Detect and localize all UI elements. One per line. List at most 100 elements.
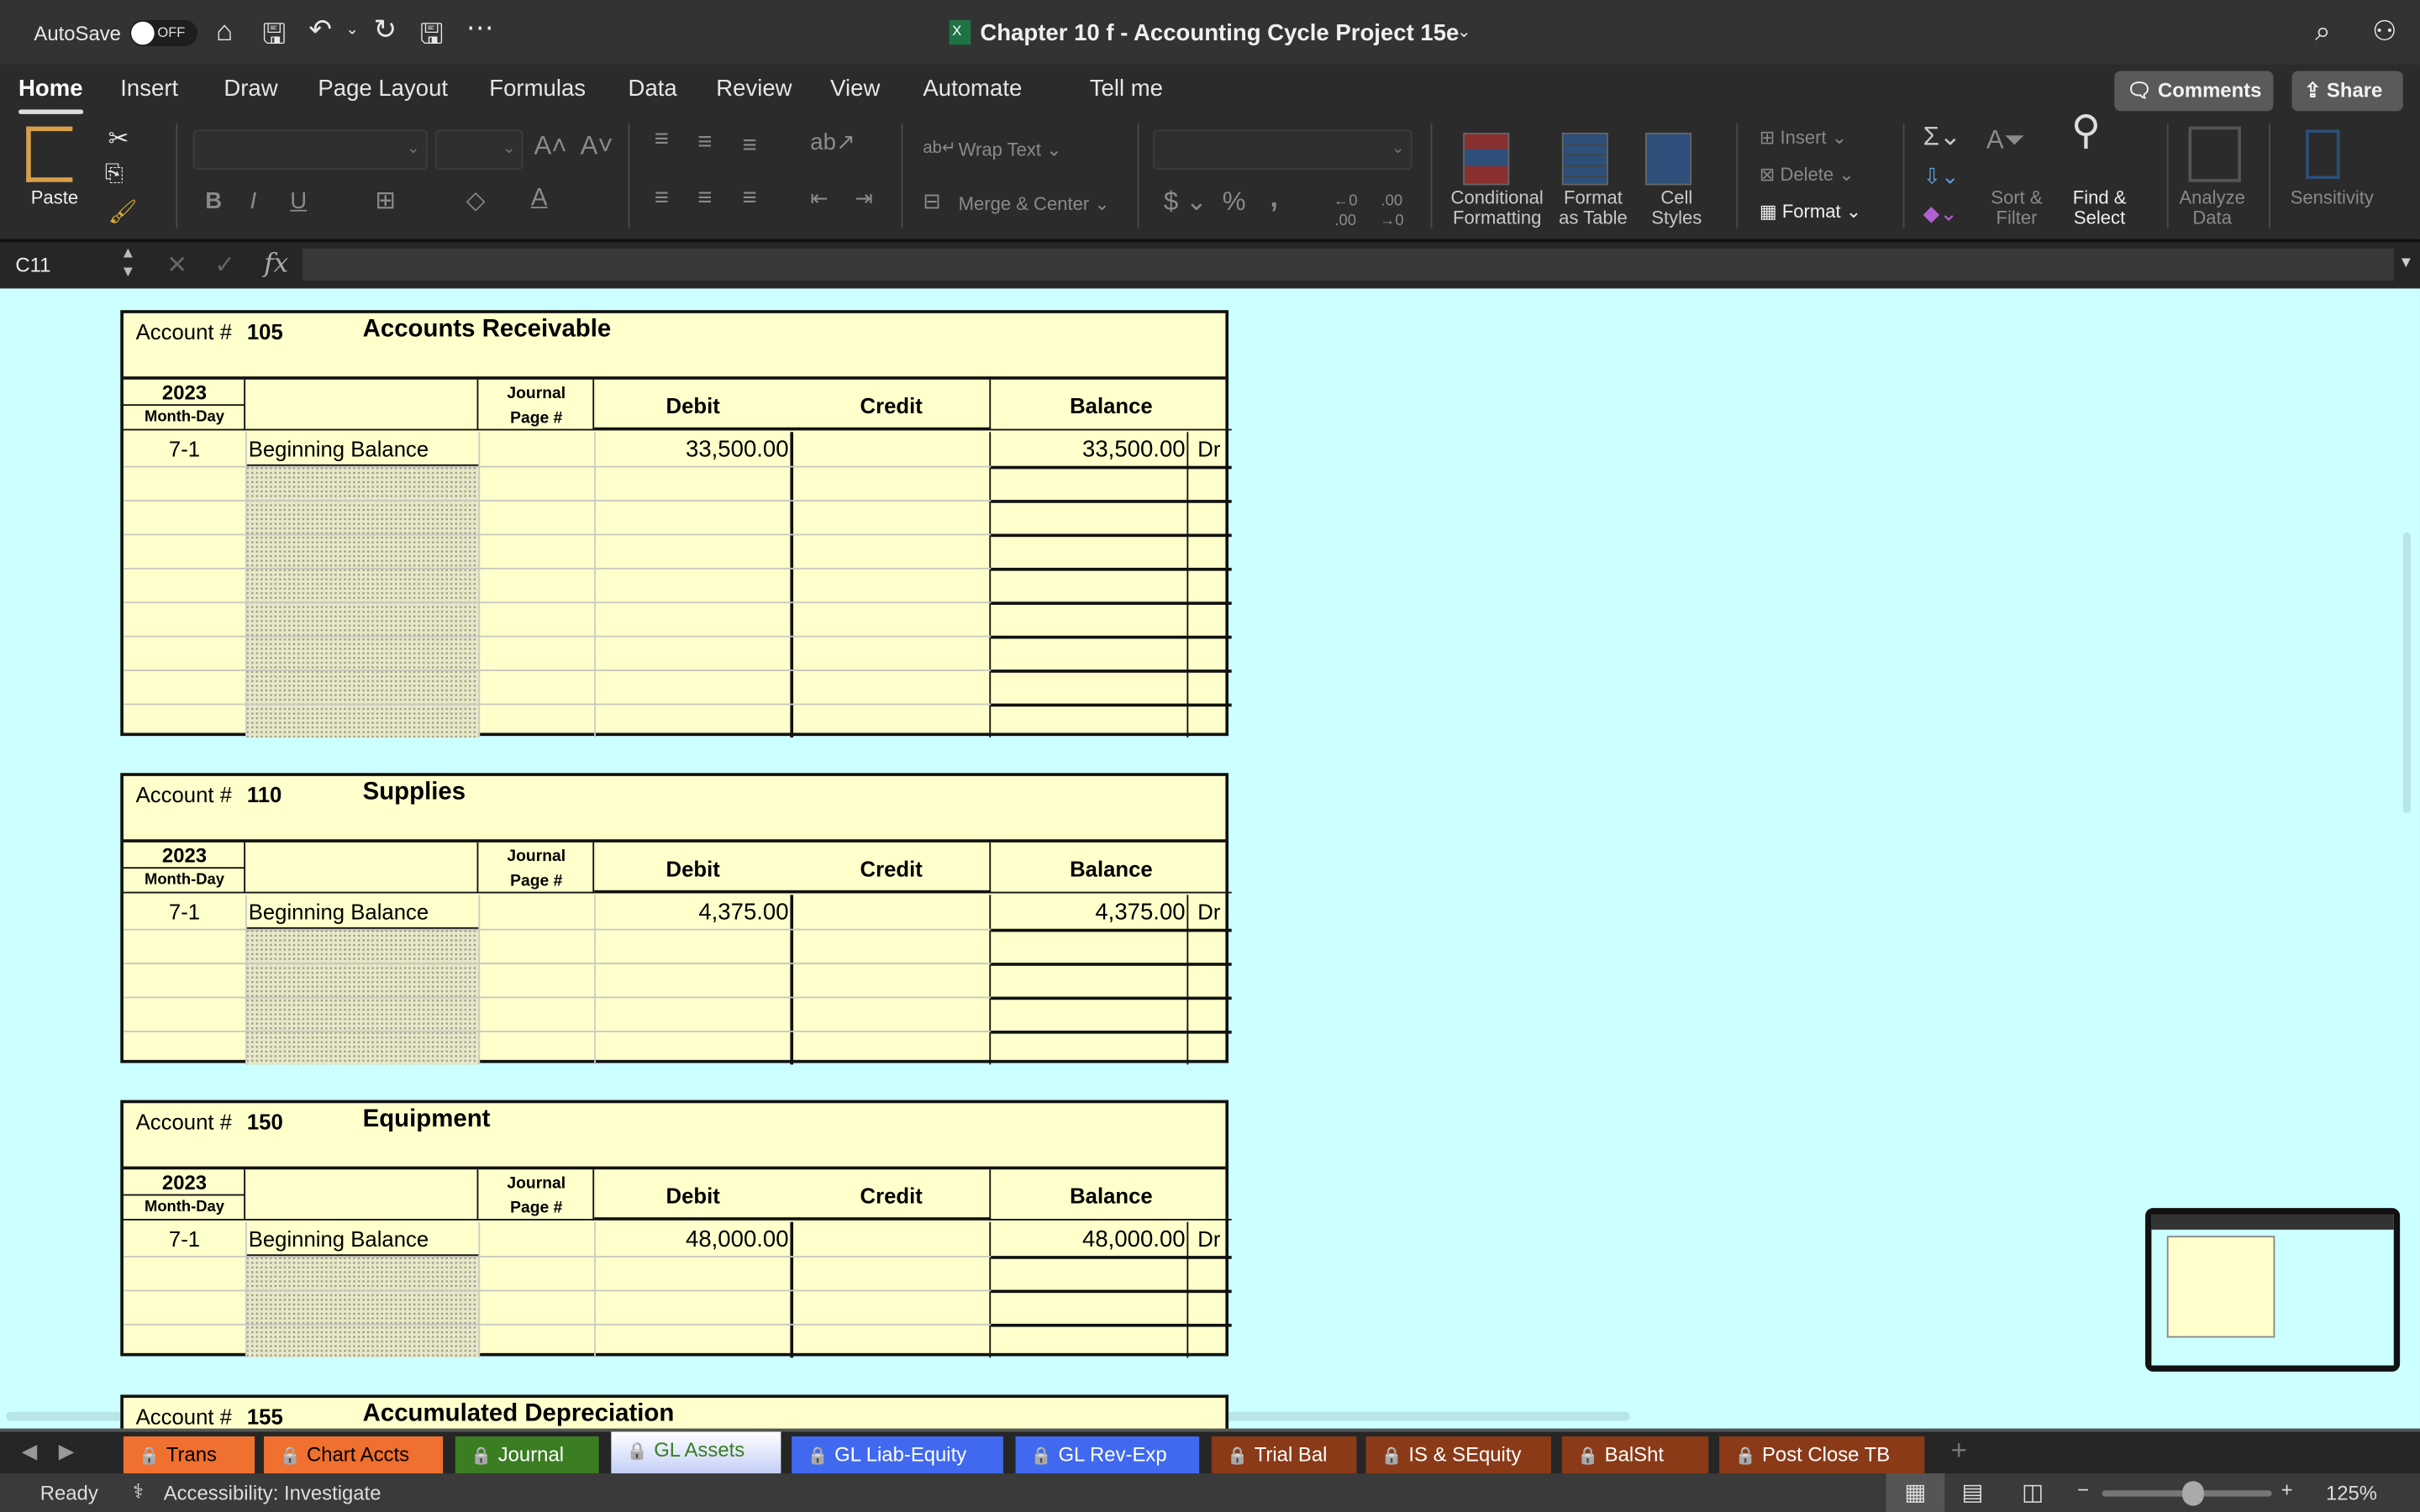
side-cell[interactable] bbox=[1188, 466, 1231, 500]
debit-cell[interactable] bbox=[594, 997, 792, 1031]
credit-cell[interactable] bbox=[792, 1290, 991, 1324]
side-cell[interactable] bbox=[1188, 997, 1231, 1031]
debit-cell[interactable] bbox=[594, 963, 792, 996]
side-cell[interactable] bbox=[1188, 534, 1231, 568]
date-cell[interactable] bbox=[124, 568, 245, 601]
side-cell[interactable] bbox=[1188, 669, 1231, 703]
tab-home[interactable]: Home bbox=[18, 76, 83, 114]
orientation-icon[interactable]: ab↗ bbox=[810, 131, 855, 155]
search-icon[interactable]: ⌕ bbox=[2315, 15, 2331, 48]
tab-tell-me[interactable]: Tell me bbox=[1090, 76, 1163, 102]
credit-cell[interactable] bbox=[792, 1324, 991, 1357]
fill-color-icon[interactable]: ◇ bbox=[466, 189, 486, 213]
align-middle-icon[interactable]: ≡ bbox=[697, 130, 712, 155]
journal-cell[interactable] bbox=[478, 601, 594, 635]
credit-cell[interactable] bbox=[792, 500, 991, 533]
date-cell[interactable] bbox=[124, 997, 245, 1031]
side-cell[interactable] bbox=[1188, 704, 1231, 738]
balance-cell[interactable]: 4,375.00 bbox=[991, 900, 1185, 926]
document-title[interactable]: Chapter 10 f - Accounting Cycle Project … bbox=[980, 20, 1459, 46]
debit-cell[interactable]: 4,375.00 bbox=[594, 900, 788, 926]
expand-formula-icon[interactable]: ▼ bbox=[2398, 255, 2413, 271]
autosum-icon[interactable]: Σ⌄ bbox=[1923, 123, 1961, 150]
debit-cell[interactable] bbox=[594, 1031, 792, 1064]
balance-cell[interactable] bbox=[991, 568, 1188, 601]
description-cell[interactable]: Beginning Balance bbox=[249, 900, 479, 924]
paste-button[interactable]: Paste bbox=[31, 187, 78, 208]
cancel-icon[interactable]: ✕ bbox=[166, 250, 187, 281]
side-cell[interactable] bbox=[1188, 1031, 1231, 1064]
journal-cell[interactable] bbox=[478, 636, 594, 669]
find-select-button[interactable]: Find & Select bbox=[2073, 187, 2127, 228]
journal-cell[interactable] bbox=[478, 929, 594, 963]
side-cell[interactable] bbox=[1188, 1324, 1231, 1357]
enter-icon[interactable]: ✓ bbox=[214, 250, 235, 281]
tab-data[interactable]: Data bbox=[629, 76, 677, 102]
date-cell[interactable] bbox=[124, 1031, 245, 1064]
decrease-decimal-icon[interactable]: .00 →0 bbox=[1380, 192, 1404, 232]
side-cell[interactable]: Dr bbox=[1192, 1226, 1232, 1251]
side-cell[interactable] bbox=[1188, 601, 1231, 635]
side-cell[interactable] bbox=[1188, 568, 1231, 601]
zoom-out-icon[interactable]: − bbox=[2077, 1478, 2089, 1502]
date-cell[interactable]: 7-1 bbox=[124, 900, 245, 924]
side-cell[interactable]: Dr bbox=[1192, 437, 1232, 461]
sensitivity-icon[interactable] bbox=[2306, 129, 2340, 180]
balance-cell[interactable] bbox=[991, 704, 1188, 738]
format-painter-icon[interactable]: 🖌 bbox=[108, 197, 138, 225]
insert-cells-button[interactable]: ⊞ Insert ⌄ bbox=[1760, 128, 1847, 148]
journal-cell[interactable] bbox=[478, 704, 594, 738]
tab-view[interactable]: View bbox=[830, 76, 880, 102]
date-cell[interactable] bbox=[124, 1290, 245, 1324]
merge-center-button[interactable]: Merge & Center ⌄ bbox=[959, 194, 1110, 214]
sheet-tab-is-sequity[interactable]: 🔒 IS & SEquity bbox=[1365, 1436, 1551, 1474]
debit-cell[interactable] bbox=[594, 1256, 792, 1289]
find-icon[interactable]: ⚲ bbox=[2071, 109, 2101, 150]
balance-cell[interactable] bbox=[991, 1290, 1188, 1324]
journal-cell[interactable] bbox=[478, 534, 594, 568]
sheet-tab-chart-accts[interactable]: 🔒 Chart Accts bbox=[264, 1436, 444, 1474]
credit-cell[interactable] bbox=[792, 534, 991, 568]
journal-cell[interactable] bbox=[478, 1031, 594, 1064]
balance-cell[interactable] bbox=[991, 997, 1188, 1031]
currency-icon[interactable]: $ ⌄ bbox=[1164, 188, 1207, 214]
delete-cells-button[interactable]: ⊠ Delete ⌄ bbox=[1760, 165, 1854, 186]
tab-formulas[interactable]: Formulas bbox=[489, 76, 586, 102]
worksheet[interactable]: Account # 105 Accounts Receivable 2023 Month… bbox=[0, 288, 2420, 1429]
tab-page-layout[interactable]: Page Layout bbox=[318, 76, 448, 102]
journal-cell[interactable] bbox=[478, 1324, 594, 1357]
journal-cell[interactable] bbox=[478, 1256, 594, 1289]
sheet-thumbnail[interactable] bbox=[2145, 1208, 2401, 1372]
more-icon[interactable]: ⋯ bbox=[466, 13, 494, 45]
debit-cell[interactable] bbox=[594, 466, 792, 500]
credit-cell[interactable] bbox=[792, 1031, 991, 1064]
debit-cell[interactable] bbox=[594, 1290, 792, 1324]
cut-icon[interactable]: ✂ bbox=[108, 123, 129, 155]
balance-cell[interactable] bbox=[991, 466, 1188, 500]
undo-chevron-icon[interactable]: ⌄ bbox=[345, 22, 358, 39]
increase-decimal-icon[interactable]: ←0.00 bbox=[1334, 192, 1358, 232]
increase-font-icon[interactable]: A˄ bbox=[534, 133, 567, 159]
sheet-tab-trial-bal[interactable]: 🔒 Trial Bal bbox=[1211, 1436, 1357, 1474]
credit-cell[interactable] bbox=[792, 963, 991, 996]
credit-cell[interactable] bbox=[792, 601, 991, 635]
side-cell[interactable] bbox=[1188, 636, 1231, 669]
credit-cell[interactable] bbox=[792, 669, 991, 703]
date-cell[interactable] bbox=[124, 601, 245, 635]
debit-cell[interactable] bbox=[594, 601, 792, 635]
format-as-table-button[interactable]: Format as Table bbox=[1559, 187, 1628, 228]
side-cell[interactable] bbox=[1188, 963, 1231, 996]
credit-cell[interactable] bbox=[792, 636, 991, 669]
debit-cell[interactable] bbox=[594, 929, 792, 963]
format-cells-button[interactable]: ▦ Format ⌄ bbox=[1760, 202, 1861, 223]
date-cell[interactable] bbox=[124, 466, 245, 500]
side-cell[interactable] bbox=[1188, 1290, 1231, 1324]
decrease-indent-icon[interactable]: ⇤ bbox=[810, 186, 829, 208]
conditional-formatting-icon[interactable] bbox=[1463, 132, 1510, 186]
cell-styles-icon[interactable] bbox=[1644, 132, 1692, 186]
debit-cell[interactable] bbox=[594, 636, 792, 669]
conditional-formatting-button[interactable]: Conditional Formatting bbox=[1451, 187, 1544, 228]
balance-cell[interactable] bbox=[991, 929, 1188, 963]
zoom-level[interactable]: 125% bbox=[2326, 1481, 2377, 1504]
balance-cell[interactable] bbox=[991, 963, 1188, 996]
